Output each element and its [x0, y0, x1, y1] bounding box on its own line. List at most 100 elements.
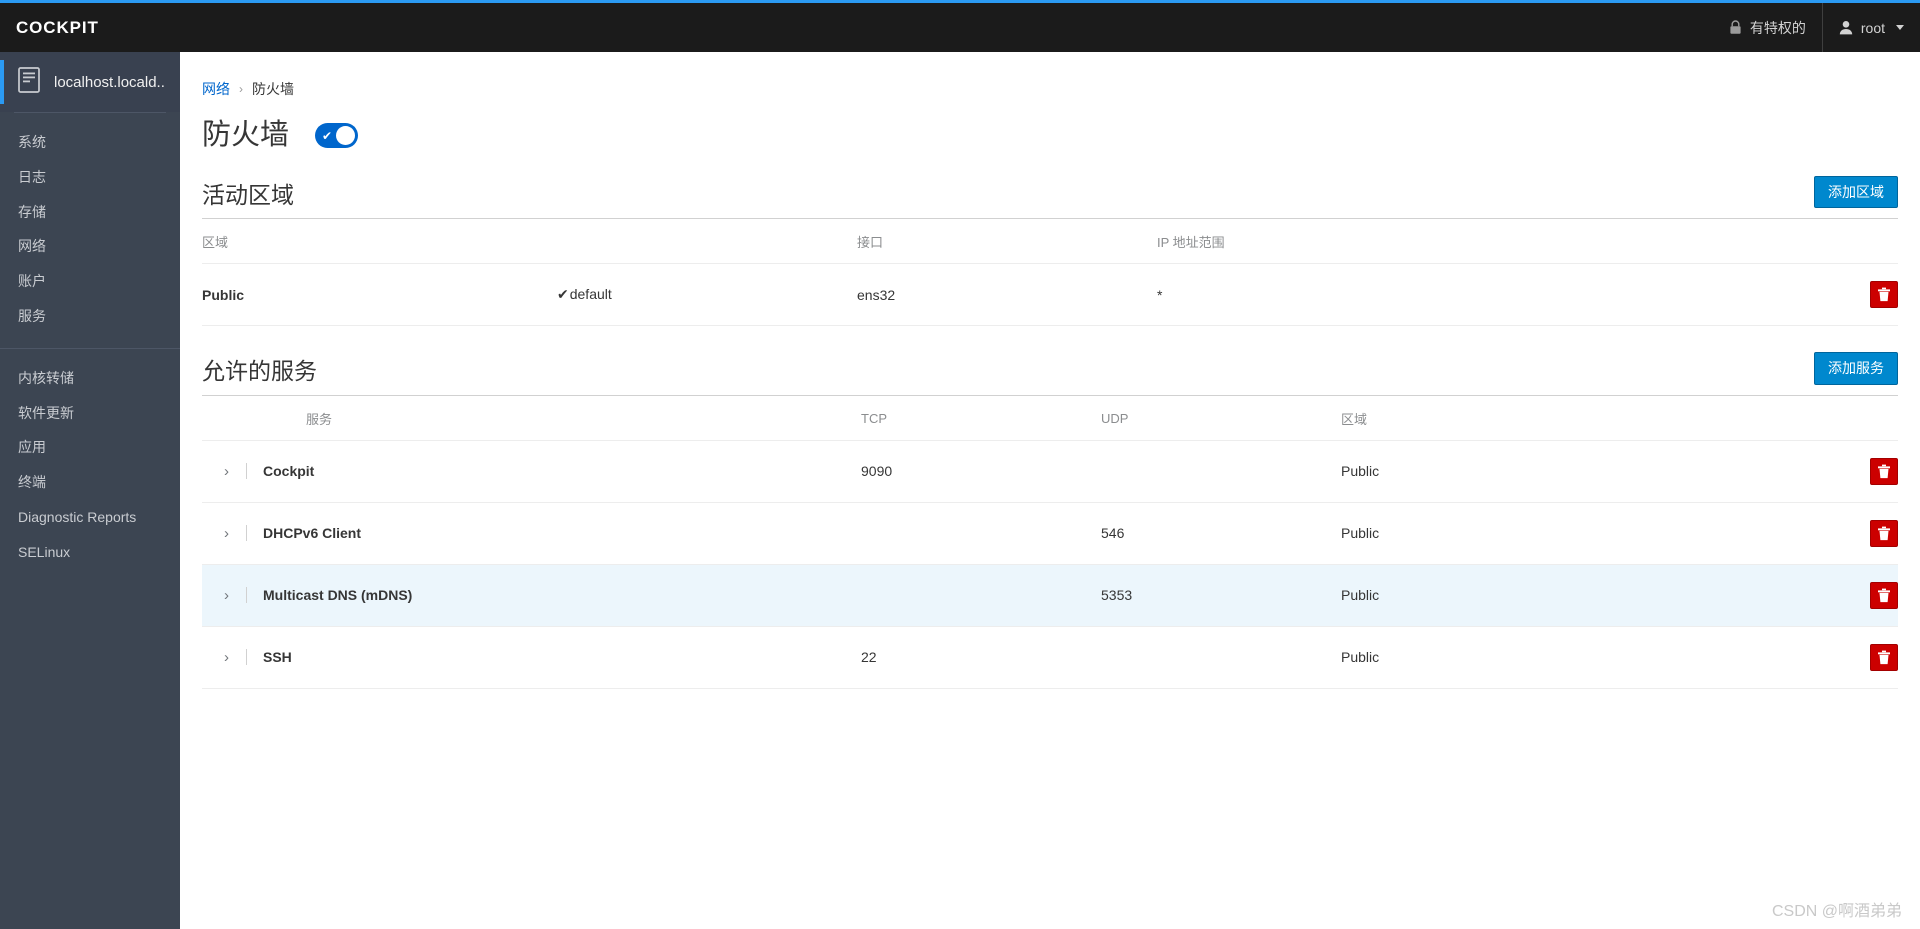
service-tcp	[861, 502, 1101, 565]
delete-zone-button[interactable]	[1870, 281, 1898, 309]
active-zones-table-head: 区域 接口 IP 地址范围	[202, 218, 1898, 265]
firewall-enable-toggle[interactable]: ✔	[315, 123, 359, 148]
zone-actions	[1818, 263, 1898, 327]
service-name: SSH	[246, 649, 292, 666]
zone-name: Public	[202, 263, 557, 327]
check-icon: ✔	[557, 286, 569, 303]
brand-logo[interactable]: COCKPIT	[0, 18, 99, 38]
chevron-right-icon[interactable]: ›	[202, 463, 229, 480]
sidebar-item-terminal[interactable]: 终端	[0, 465, 180, 500]
table-header-row: 服务 TCP UDP 区域	[202, 394, 1898, 441]
col-actions	[1818, 394, 1898, 441]
sidebar-item-selinux[interactable]: SELinux	[0, 535, 180, 570]
col-actions	[1818, 218, 1898, 265]
watermark: CSDN @啊酒弟弟	[1771, 903, 1902, 920]
check-icon: ✔	[322, 128, 333, 143]
allowed-services-title: 允许的服务	[202, 358, 317, 385]
sidebar-group-system: 系统 日志 存储 网络 账户 服务	[0, 113, 180, 340]
active-zones-table-body: Public ✔default ens32 *	[202, 263, 1898, 327]
chevron-down-icon	[1896, 25, 1904, 30]
col-expander	[202, 394, 246, 441]
service-tcp	[861, 564, 1101, 627]
sidebar-item-kdump[interactable]: 内核转储	[0, 361, 180, 396]
add-zone-button[interactable]: 添加区域	[1814, 176, 1898, 209]
table-row[interactable]: Public ✔default ens32 *	[202, 263, 1898, 327]
top-accent-bar	[0, 0, 1920, 3]
trash-icon	[1877, 287, 1891, 302]
allowed-services-table-head: 服务 TCP UDP 区域	[202, 394, 1898, 441]
sidebar-host-label: localhost.locald...	[54, 73, 166, 91]
trash-icon	[1877, 588, 1891, 603]
sidebar-item-diagnostic-reports[interactable]: Diagnostic Reports	[0, 500, 180, 535]
sidebar-item-network[interactable]: 网络	[0, 229, 180, 264]
sidebar-item-services[interactable]: 服务	[0, 299, 180, 334]
sidebar: localhost.locald... 系统 日志 存储 网络 账户 服务 内核…	[0, 52, 180, 929]
service-zone: Public	[1341, 440, 1818, 503]
service-actions	[1818, 440, 1898, 503]
page-title: 防火墙	[202, 119, 290, 151]
sidebar-item-applications[interactable]: 应用	[0, 430, 180, 465]
delete-service-button[interactable]	[1870, 519, 1898, 547]
page-header: 防火墙 ✔	[180, 99, 1920, 150]
breadcrumb-separator: ›	[239, 82, 243, 96]
table-row[interactable]: › SSH 22 Public	[202, 626, 1898, 689]
trash-icon	[1877, 526, 1891, 541]
service-expander-cell: ›	[202, 564, 246, 627]
delete-service-button[interactable]	[1870, 581, 1898, 609]
service-name-cell: Multicast DNS (mDNS)	[246, 564, 861, 627]
user-menu-label: root	[1860, 19, 1885, 36]
service-udp	[1101, 440, 1341, 503]
allowed-services-table: 服务 TCP UDP 区域 › Cockpit 9090 Public › DH…	[202, 394, 1898, 689]
service-zone: Public	[1341, 626, 1818, 689]
sidebar-host-selector[interactable]: localhost.locald...	[0, 52, 180, 112]
col-zone: 区域	[1341, 394, 1818, 441]
service-zone: Public	[1341, 564, 1818, 627]
masthead: COCKPIT 有特权的 root	[0, 3, 1920, 52]
table-row[interactable]: › Multicast DNS (mDNS) 5353 Public	[202, 564, 1898, 627]
col-tcp: TCP	[861, 394, 1101, 441]
main-content: 网络 › 防火墙 防火墙 ✔ 活动区域 添加区域 区域 接口 IP 地址范围 P…	[180, 52, 1920, 929]
delete-service-button[interactable]	[1870, 643, 1898, 671]
service-actions	[1818, 626, 1898, 689]
breadcrumb-parent[interactable]: 网络	[202, 79, 230, 99]
sidebar-item-accounts[interactable]: 账户	[0, 264, 180, 299]
table-row[interactable]: › Cockpit 9090 Public	[202, 440, 1898, 503]
service-tcp: 22	[861, 626, 1101, 689]
active-zones-title: 活动区域	[202, 182, 294, 208]
table-header-row: 区域 接口 IP 地址范围	[202, 218, 1898, 265]
sidebar-item-system[interactable]: 系统	[0, 125, 180, 160]
breadcrumb: 网络 › 防火墙	[180, 52, 1920, 99]
sidebar-group-tools: 内核转储 软件更新 应用 终端 Diagnostic Reports SELin…	[0, 347, 180, 576]
sidebar-item-software-updates[interactable]: 软件更新	[0, 396, 180, 431]
active-zones-table: 区域 接口 IP 地址范围 Public ✔default ens32 *	[202, 218, 1898, 327]
privileged-indicator[interactable]: 有特权的	[1713, 3, 1822, 52]
user-menu[interactable]: root	[1821, 3, 1920, 52]
allowed-services-table-body: › Cockpit 9090 Public › DHCPv6 Client 54…	[202, 440, 1898, 689]
trash-icon	[1877, 650, 1891, 665]
chevron-right-icon[interactable]: ›	[202, 587, 229, 604]
chevron-right-icon[interactable]: ›	[202, 525, 229, 542]
service-udp	[1101, 626, 1341, 689]
service-tcp: 9090	[861, 440, 1101, 503]
sidebar-item-logs[interactable]: 日志	[0, 160, 180, 195]
service-name-cell: DHCPv6 Client	[246, 502, 861, 565]
service-name-cell: SSH	[246, 626, 861, 689]
service-expander-cell: ›	[202, 626, 246, 689]
sidebar-item-storage[interactable]: 存储	[0, 195, 180, 230]
privileged-label: 有特权的	[1749, 19, 1806, 36]
service-actions	[1818, 564, 1898, 627]
allowed-services-section: 允许的服务 添加服务 服务 TCP UDP 区域 › Cockpit 9090 …	[180, 352, 1920, 689]
zone-default-label: default	[569, 286, 612, 303]
service-name-cell: Cockpit	[246, 440, 861, 503]
zone-default-flag: ✔default	[557, 263, 857, 327]
delete-service-button[interactable]	[1870, 457, 1898, 485]
add-service-button[interactable]: 添加服务	[1814, 352, 1898, 385]
trash-icon	[1877, 464, 1891, 479]
toggle-knob	[336, 126, 356, 145]
col-udp: UDP	[1101, 394, 1341, 441]
service-actions	[1818, 502, 1898, 565]
active-zones-section: 活动区域 添加区域 区域 接口 IP 地址范围 Public ✔default	[180, 176, 1920, 327]
table-row[interactable]: › DHCPv6 Client 546 Public	[202, 502, 1898, 565]
allowed-services-header: 允许的服务 添加服务	[202, 352, 1898, 394]
chevron-right-icon[interactable]: ›	[202, 649, 229, 666]
